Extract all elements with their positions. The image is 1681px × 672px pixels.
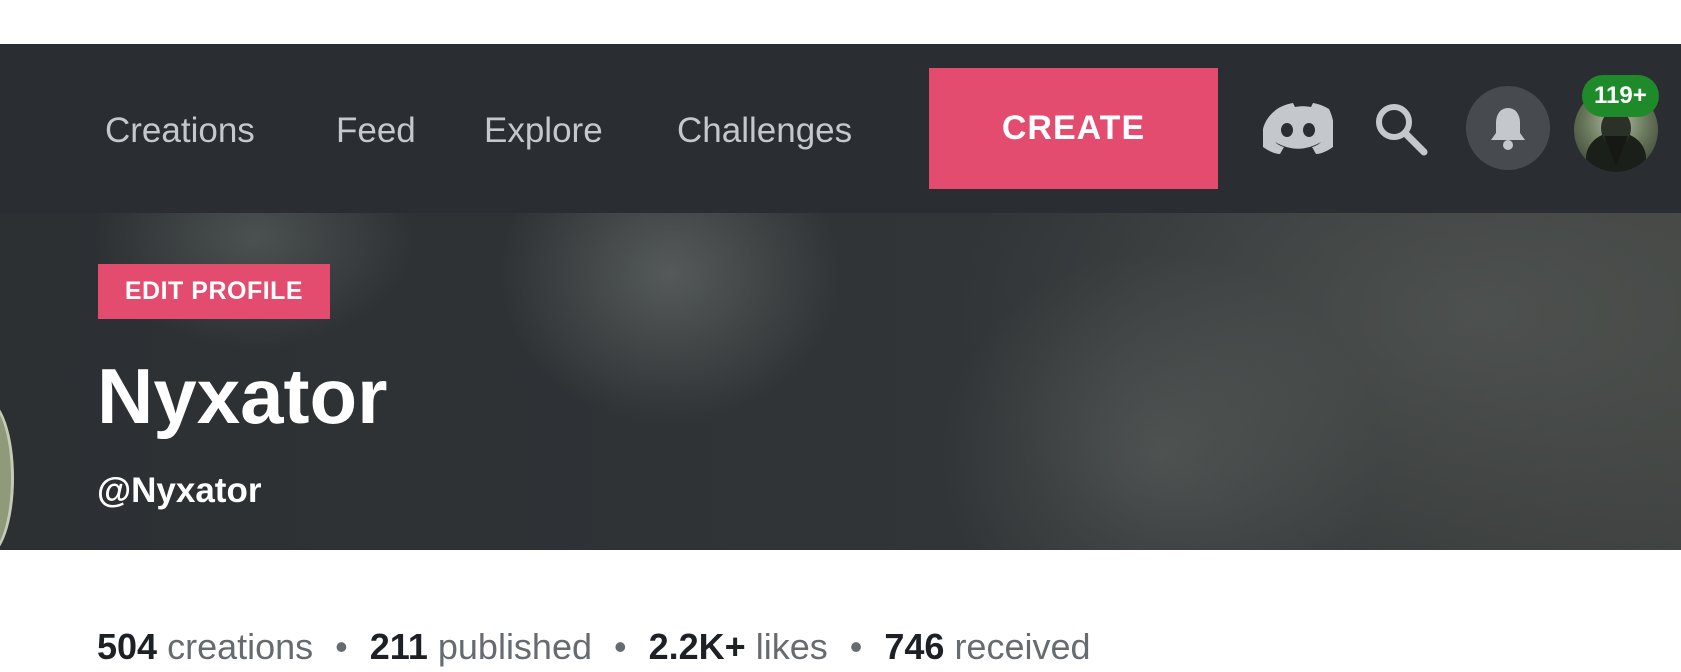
separator-dot: • [335,626,348,667]
stat-creations-value: 504 [97,626,158,667]
edit-profile-button[interactable]: EDIT PROFILE [98,264,330,319]
profile-stats: 504 creations • 211 published • 2.2K+ likes •… [97,622,1091,672]
nav-challenges[interactable]: Challenges [677,106,852,156]
stat-published-label[interactable]: published [438,626,592,667]
search-icon[interactable] [1370,98,1432,160]
nav-creations[interactable]: Creations [105,106,255,156]
stat-published-value: 211 [369,626,428,667]
notifications-button[interactable] [1466,86,1550,170]
stat-likes-label[interactable]: likes [756,626,828,667]
stat-likes-value: 2.2K+ [648,626,746,667]
discord-icon[interactable] [1258,98,1338,158]
bell-icon [1486,104,1530,152]
stat-creations-label[interactable]: creations [167,626,313,667]
profile-name: Nyxator [97,352,388,440]
stat-received-value: 746 [884,626,945,667]
nav-feed[interactable]: Feed [336,106,416,156]
profile-handle: @Nyxator [97,471,262,510]
notification-count-badge: 119+ [1582,75,1659,117]
nav-explore[interactable]: Explore [484,106,603,156]
separator-dot: • [614,626,627,667]
create-button[interactable]: CREATE [929,68,1218,189]
separator-dot: • [849,626,863,667]
stat-received-label[interactable]: received [954,626,1090,667]
